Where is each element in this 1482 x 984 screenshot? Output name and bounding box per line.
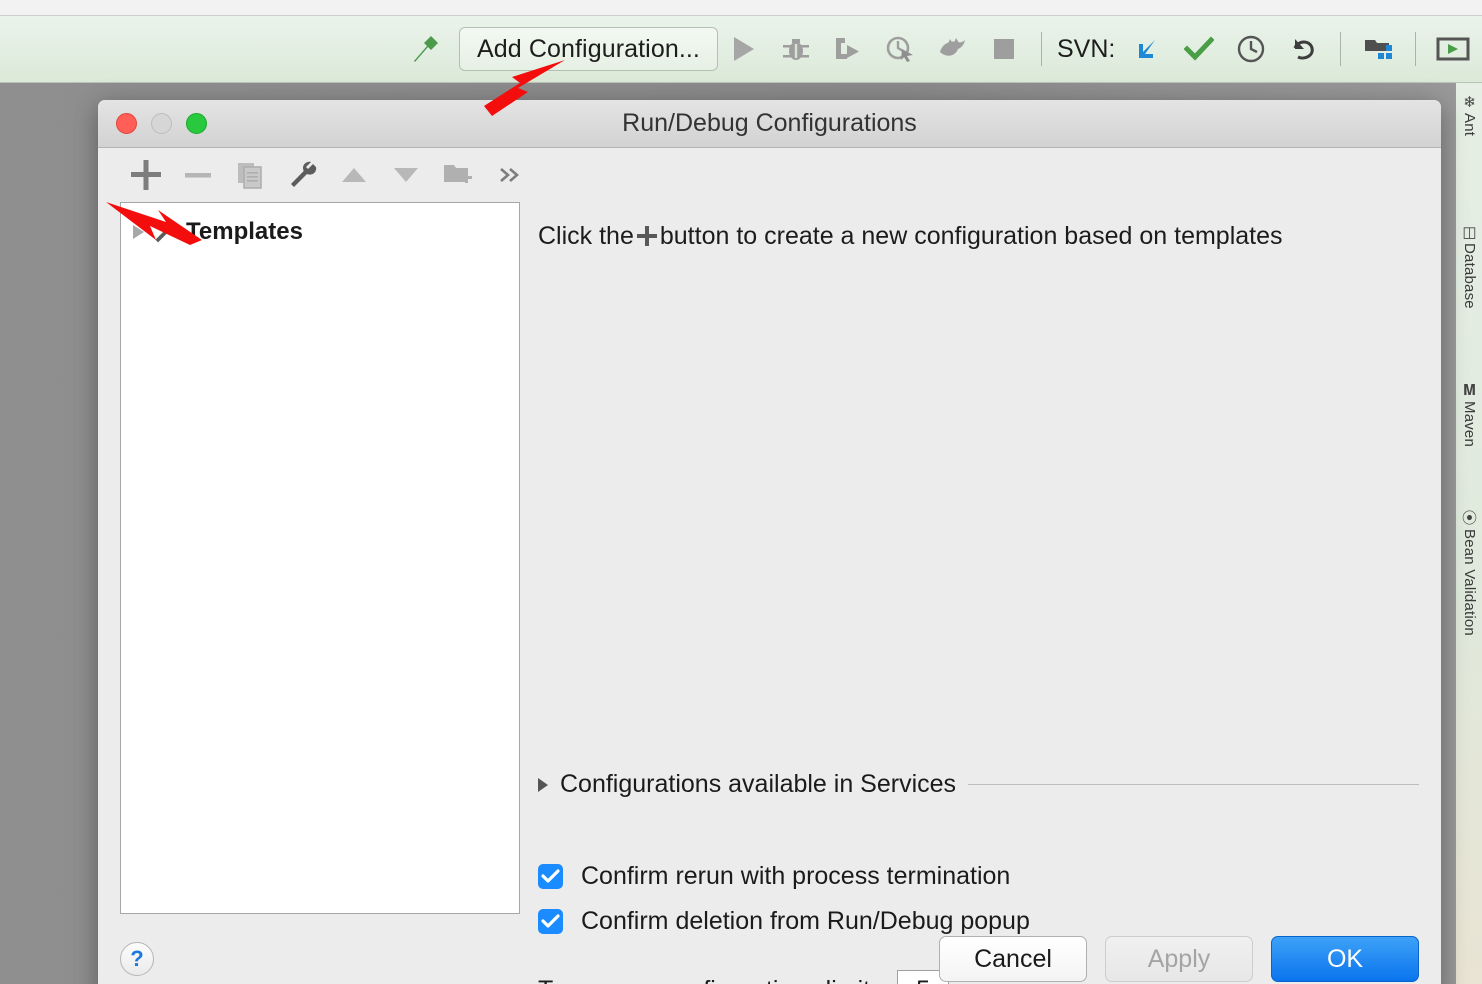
main-toolbar: Add Configuration... SVN: (0, 16, 1482, 83)
apply-button[interactable]: Apply (1105, 936, 1253, 982)
empty-state-hint: Click the button to create a new configur… (538, 222, 1419, 251)
chevron-right-icon[interactable] (133, 225, 144, 239)
section-divider (968, 784, 1419, 785)
dialog-body: Templates Click the button to create a ne… (98, 202, 1441, 984)
help-button[interactable]: ? (120, 942, 154, 976)
svn-commit-icon[interactable] (1173, 23, 1225, 75)
svn-history-icon[interactable] (1225, 23, 1277, 75)
bean-validation-icon: ⦿ (1461, 510, 1477, 527)
maven-icon: 𝐌 (1462, 382, 1477, 399)
services-section-header[interactable]: Configurations available in Services (538, 770, 1419, 799)
run-with-coverage-icon[interactable] (822, 23, 874, 75)
tool-window-bean-validation[interactable]: ⦿ Bean Validation (1456, 511, 1482, 636)
more-options-button[interactable] (484, 153, 536, 197)
profile-icon[interactable] (874, 23, 926, 75)
configurations-tree[interactable]: Templates (120, 202, 520, 914)
move-up-button[interactable] (328, 153, 380, 197)
toolbar-separator-2 (1340, 32, 1342, 66)
database-icon: ◫ (1462, 224, 1477, 241)
services-section-label: Configurations available in Services (560, 770, 957, 798)
add-configuration-button[interactable] (120, 153, 172, 197)
tool-window-maven[interactable]: 𝐌 Maven (1456, 383, 1482, 447)
dialog-title: Run/Debug Configurations (622, 109, 917, 137)
dialog-toolbar (98, 148, 1441, 202)
confirm-rerun-checkbox-row[interactable]: Confirm rerun with process termination (538, 862, 1010, 891)
configuration-detail-pane: Click the button to create a new configur… (520, 202, 1419, 984)
tool-window-database[interactable]: ◫ Database (1456, 225, 1482, 309)
run-icon[interactable] (718, 23, 770, 75)
dialog-footer: ? Cancel Apply OK (98, 918, 1441, 984)
tool-window-label: Maven (1461, 401, 1478, 448)
terminal-icon[interactable] (1427, 23, 1479, 75)
hint-text-before: Click the (538, 222, 634, 250)
wrench-icon (152, 219, 178, 245)
svn-update-icon[interactable] (1121, 23, 1173, 75)
tool-window-label: Database (1461, 243, 1478, 309)
plus-icon (636, 226, 657, 246)
hint-text-after: button to create a new configuration bas… (659, 222, 1283, 250)
dialog-title-bar[interactable]: Run/Debug Configurations (98, 100, 1441, 148)
project-structure-icon[interactable] (1352, 23, 1404, 75)
edit-templates-button[interactable] (276, 153, 328, 197)
confirm-rerun-checkbox[interactable] (538, 864, 563, 889)
screen: Add Configuration... SVN: ❄ Ant ◫ Databa… (0, 0, 1482, 984)
add-configuration-label: Add Configuration... (477, 34, 700, 63)
cancel-button[interactable]: Cancel (939, 936, 1087, 982)
move-into-folder-button[interactable] (432, 153, 484, 197)
ant-icon: ❄ (1463, 94, 1476, 111)
right-tool-window-bar: ❄ Ant ◫ Database 𝐌 Maven ⦿ Bean Validati… (1455, 83, 1482, 984)
tree-item-templates[interactable]: Templates (121, 215, 519, 249)
menu-strip (0, 0, 1482, 16)
tool-window-ant[interactable]: ❄ Ant (1456, 95, 1482, 136)
run-debug-configurations-dialog: Run/Debug Configurations Templates Click… (98, 100, 1441, 984)
move-down-button[interactable] (380, 153, 432, 197)
confirm-rerun-label: Confirm rerun with process termination (581, 862, 1011, 890)
chevron-right-icon[interactable] (538, 777, 548, 792)
svn-label: SVN: (1056, 34, 1116, 63)
tool-window-label: Bean Validation (1461, 529, 1478, 636)
copy-configuration-button[interactable] (224, 153, 276, 197)
svn-rollback-icon[interactable] (1277, 23, 1329, 75)
add-configuration-button[interactable]: Add Configuration... (459, 27, 718, 71)
ok-button[interactable]: OK (1271, 936, 1419, 982)
remove-configuration-button[interactable] (172, 153, 224, 197)
tree-item-label: Templates (186, 218, 303, 245)
tool-window-label: Ant (1461, 113, 1478, 137)
toolbar-separator (1040, 32, 1042, 66)
stop-icon[interactable] (978, 23, 1030, 75)
attach-to-process-icon[interactable] (926, 23, 978, 75)
build-hammer-icon[interactable] (395, 23, 451, 75)
debug-icon[interactable] (770, 23, 822, 75)
toolbar-separator-3 (1415, 32, 1417, 66)
